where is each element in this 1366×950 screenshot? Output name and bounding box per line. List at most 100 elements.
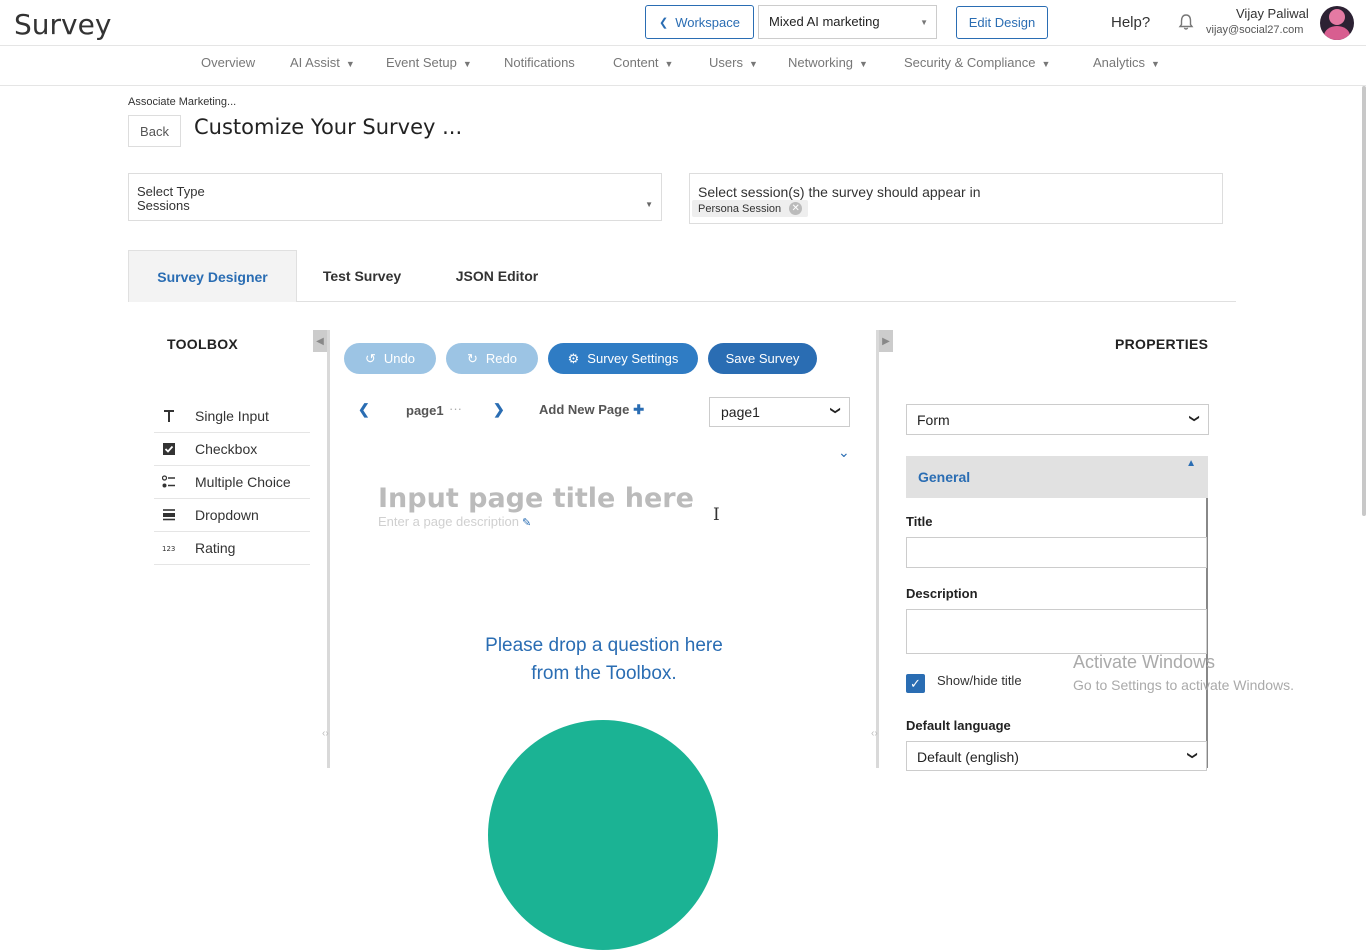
nav-item-notifications[interactable]: Notifications — [504, 55, 575, 70]
toolbox-item-multiple-choice[interactable]: Multiple Choice — [154, 466, 310, 499]
session-select[interactable]: Select session(s) the survey should appe… — [689, 173, 1223, 224]
chevron-down-icon[interactable]: ⌄ — [838, 444, 850, 461]
default-language-label: Default language — [906, 718, 1011, 733]
default-language-select[interactable]: Default (english) ❯ — [906, 741, 1207, 771]
collapse-right-icon[interactable]: ▶ — [879, 330, 893, 352]
undo-button[interactable]: ↺ Undo — [344, 343, 436, 374]
properties-title: PROPERTIES — [1115, 336, 1209, 352]
workspace-button-label: Workspace — [675, 14, 740, 30]
session-chip-label: Persona Session — [698, 202, 782, 215]
chevron-down-icon: ❯ — [1186, 751, 1198, 760]
empty-state-illustration — [488, 720, 718, 950]
app-title: Survey — [14, 8, 112, 41]
page-more-icon[interactable]: ··· — [449, 401, 462, 416]
tab-test-survey[interactable]: Test Survey — [308, 250, 416, 302]
caret-down-icon: ▼ — [1041, 59, 1051, 69]
caret-down-icon: ▼ — [1151, 59, 1160, 69]
type-select-label: Select Type — [137, 184, 205, 199]
nav-item-security-compliance[interactable]: Security & Compliance ▼ — [904, 55, 1050, 70]
description-field[interactable] — [906, 609, 1207, 654]
redo-button[interactable]: ↻ Redo — [446, 343, 538, 374]
main-nav: Overview AI Assist ▼ Event Setup ▼ Notific… — [0, 45, 1366, 86]
list-radio-icon — [161, 475, 176, 489]
show-hide-title-checkbox[interactable]: ✓ — [906, 674, 925, 693]
collapse-left-icon[interactable]: ◀ — [313, 330, 327, 352]
nav-item-content[interactable]: Content ▼ — [613, 55, 673, 70]
nav-item-overview[interactable]: Overview — [201, 55, 255, 70]
plus-icon: ✚ — [633, 402, 645, 417]
edit-design-button[interactable]: Edit Design — [956, 6, 1048, 39]
toolbox-item-single-input[interactable]: Single Input — [154, 400, 310, 433]
survey-settings-button[interactable]: ⚙ Survey Settings — [548, 343, 698, 374]
resize-handle-icon[interactable]: ‹› — [322, 728, 329, 739]
show-hide-title-label: Show/hide title — [937, 673, 1022, 688]
drop-hint: Please drop a question here from the Too… — [485, 635, 723, 684]
activate-windows-title: Activate Windows — [1073, 652, 1216, 672]
svg-text:123: 123 — [162, 545, 175, 553]
nav-item-networking[interactable]: Networking ▼ — [788, 55, 868, 70]
caret-down-icon: ▼ — [664, 59, 674, 69]
tab-survey-designer[interactable]: Survey Designer — [128, 250, 297, 302]
caret-down-icon: ▼ — [859, 59, 868, 69]
description-label: Description — [906, 586, 978, 601]
save-survey-button[interactable]: Save Survey — [708, 343, 817, 374]
help-link[interactable]: Help? — [1111, 14, 1150, 31]
toolbox-item-rating[interactable]: 123 Rating — [154, 532, 310, 565]
caret-down-icon: ▼ — [645, 200, 653, 209]
remove-chip-icon[interactable]: ✕ — [789, 202, 803, 215]
session-chip: Persona Session ✕ — [692, 200, 809, 217]
back-button[interactable]: Back — [128, 115, 181, 147]
nav-item-ai-assist[interactable]: AI Assist ▼ — [290, 55, 355, 70]
rating-icon: 123 — [162, 541, 176, 555]
page-description-input[interactable]: Enter a page description ✎ — [378, 514, 531, 529]
prev-page-icon[interactable]: ❮ — [358, 401, 370, 418]
dropdown-icon — [162, 508, 176, 522]
chevron-up-icon: ▲ — [1186, 458, 1196, 469]
toolbox-item-checkbox[interactable]: Checkbox — [154, 433, 310, 466]
workspace-select[interactable]: Mixed AI marketing ▼ — [758, 5, 937, 39]
breadcrumb[interactable]: Associate Marketing... — [128, 96, 236, 108]
toolbox-item-dropdown[interactable]: Dropdown — [154, 499, 310, 532]
page-title-input[interactable]: Input page title here — [378, 483, 694, 514]
user-name: Vijay Paliwal — [1236, 6, 1309, 21]
text-icon — [162, 409, 176, 423]
workspace-button[interactable]: ❮ Workspace — [645, 5, 754, 39]
avatar[interactable] — [1320, 6, 1354, 40]
properties-object-select[interactable]: Form ❯ — [906, 404, 1209, 435]
nav-item-analytics[interactable]: Analytics ▼ — [1093, 55, 1160, 70]
nav-item-users[interactable]: Users ▼ — [709, 55, 758, 70]
toolbox-title: TOOLBOX — [167, 336, 239, 352]
nav-item-event-setup[interactable]: Event Setup ▼ — [386, 55, 472, 70]
bell-icon[interactable] — [1177, 13, 1195, 31]
chevron-left-icon: ❮ — [658, 16, 669, 29]
resize-handle-icon[interactable]: ‹› — [871, 728, 878, 739]
left-panel-divider[interactable] — [327, 330, 330, 768]
tab-json-editor[interactable]: JSON Editor — [442, 250, 552, 302]
checkbox-icon — [162, 442, 176, 456]
activate-windows-subtitle: Go to Settings to activate Windows. — [1073, 677, 1294, 693]
user-email: vijay@social27.com — [1206, 24, 1304, 36]
page-select[interactable]: page1 ❯ — [709, 397, 850, 427]
add-new-page-button[interactable]: Add New Page ✚ — [539, 402, 644, 418]
caret-down-icon: ▼ — [345, 59, 355, 69]
caret-down-icon: ▼ — [920, 18, 928, 27]
workspace-select-value: Mixed AI marketing — [769, 14, 880, 29]
text-cursor-icon: I — [713, 505, 720, 525]
page-title: Customize Your Survey ... — [194, 115, 463, 139]
type-select[interactable]: Select Type Sessions ▼ — [128, 173, 662, 221]
caret-down-icon: ▼ — [462, 59, 472, 69]
general-section-header[interactable]: General ▲ — [906, 456, 1208, 498]
next-page-icon[interactable]: ❯ — [493, 401, 505, 418]
session-select-label: Select session(s) the survey should appe… — [698, 184, 981, 200]
caret-down-icon: ▼ — [748, 59, 758, 69]
title-field[interactable] — [906, 537, 1207, 568]
page-nav-label: page1 — [406, 403, 444, 418]
chevron-down-icon: ❯ — [829, 406, 841, 415]
page-scrollbar[interactable] — [1362, 86, 1366, 516]
undo-icon: ↺ — [365, 350, 376, 366]
edit-pen-icon: ✎ — [521, 517, 532, 529]
title-label: Title — [906, 514, 933, 529]
gear-icon: ⚙ — [567, 350, 580, 366]
right-panel-divider[interactable] — [876, 330, 879, 768]
redo-icon: ↻ — [467, 350, 478, 366]
